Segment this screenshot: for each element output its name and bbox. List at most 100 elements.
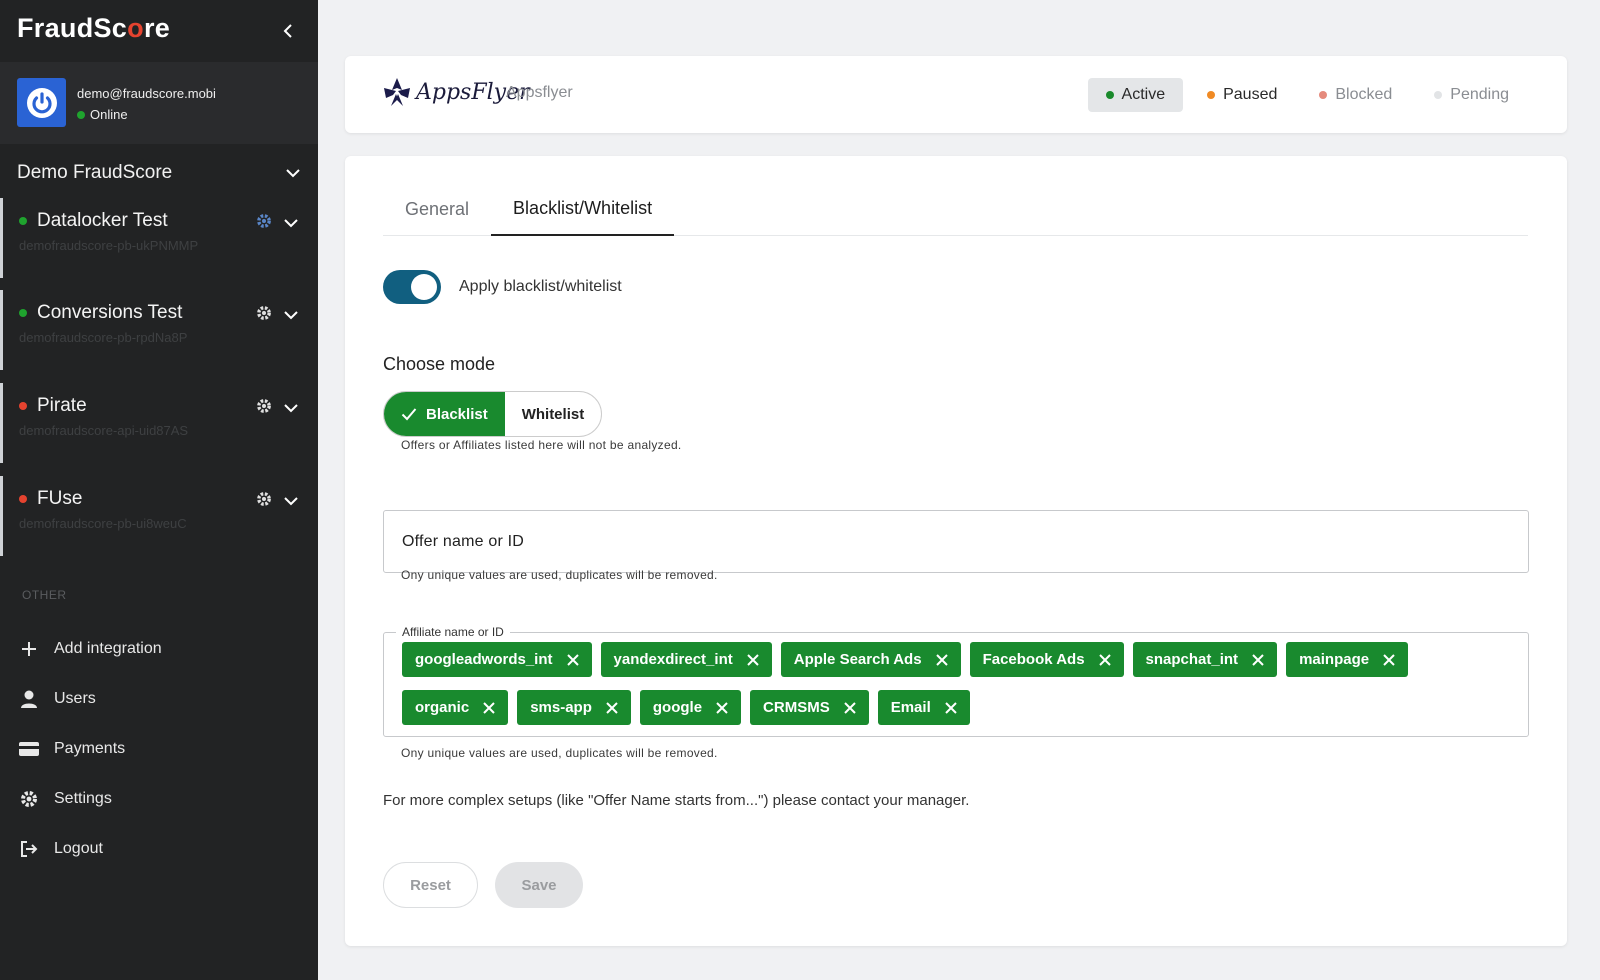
project-id: demofraudscore-api-uid87AS — [19, 423, 189, 438]
status-dot-icon — [19, 217, 27, 225]
offer-hint: Ony unique values are used, duplicates w… — [401, 568, 718, 582]
chip: mainpage — [1286, 642, 1409, 677]
chevron-down-icon[interactable] — [282, 492, 300, 515]
affiliate-hint: Ony unique values are used, duplicates w… — [401, 746, 718, 760]
manager-note: For more complex setups (like "Offer Nam… — [383, 792, 970, 809]
appsflyer-logo-icon — [384, 78, 410, 106]
close-icon[interactable] — [945, 701, 957, 714]
reset-button[interactable]: Reset — [383, 862, 478, 908]
brand-o: o — [127, 13, 144, 43]
status-blocked[interactable]: Blocked — [1301, 78, 1410, 112]
project-item-pirate[interactable]: Pirate demofraudscore-api-uid87AS — [0, 383, 318, 463]
status-dot-icon — [19, 309, 27, 317]
chip: googleadwords_int — [402, 642, 592, 677]
tab-general[interactable]: General — [383, 182, 491, 236]
project-id: demofraudscore-pb-ui8weuC — [19, 516, 187, 531]
close-icon[interactable] — [606, 701, 618, 714]
close-icon[interactable] — [483, 701, 495, 714]
check-icon — [401, 408, 417, 421]
status-dot-icon — [1319, 91, 1328, 99]
logout-icon — [16, 840, 42, 858]
org-selector[interactable]: Demo FraudScore — [17, 158, 302, 188]
affiliate-field[interactable]: Affiliate name or ID googleadwords_int y… — [383, 625, 1529, 737]
apply-list-row: Apply blacklist/whitelist — [383, 270, 622, 304]
status-pending[interactable]: Pending — [1416, 78, 1527, 112]
nav-settings[interactable]: Settings — [16, 784, 296, 814]
project-item-conversions-test[interactable]: Conversions Test demofraudscore-pb-rpdNa… — [0, 290, 318, 370]
collapse-sidebar-icon[interactable] — [280, 22, 298, 40]
user-icon — [16, 689, 42, 709]
chevron-down-icon[interactable] — [282, 306, 300, 329]
close-icon[interactable] — [1383, 653, 1395, 666]
status-label: Pending — [1450, 86, 1509, 103]
project-name-row: FUse — [19, 488, 82, 510]
brand-suffix: re — [143, 13, 171, 43]
brand-prefix: FraudSc — [17, 13, 128, 43]
tab-blacklist-whitelist[interactable]: Blacklist/Whitelist — [491, 182, 675, 236]
project-item-fuse[interactable]: FUse demofraudscore-pb-ui8weuC — [0, 476, 318, 556]
sidebar: FraudScore demo@fraudscore.mobi Online D… — [0, 0, 318, 980]
section-label-other: OTHER — [22, 588, 67, 602]
close-icon[interactable] — [566, 653, 579, 666]
nav-logout[interactable]: Logout — [16, 834, 296, 864]
project-id: demofraudscore-pb-ukPNMMP — [19, 238, 199, 253]
gear-icon[interactable] — [255, 490, 273, 513]
nav-label: Logout — [54, 840, 103, 857]
gear-icon[interactable] — [255, 212, 273, 235]
integration-name: Appsflyer — [506, 84, 573, 101]
mode-hint: Offers or Affiliates listed here will no… — [401, 438, 682, 452]
close-icon[interactable] — [1252, 653, 1264, 666]
nav-label: Payments — [54, 740, 126, 757]
chevron-down-icon[interactable] — [282, 399, 300, 422]
fraudscore-logo[interactable]: FraudScore — [17, 13, 170, 44]
toggle-knob — [411, 274, 437, 300]
chip-label: snapchat_int — [1145, 651, 1239, 668]
project-name: Pirate — [37, 395, 87, 416]
save-button[interactable]: Save — [495, 862, 583, 908]
chip-label: google — [652, 699, 703, 716]
status-dot-icon — [1207, 91, 1216, 99]
user-email: demo@fraudscore.mobi — [77, 86, 216, 101]
close-icon[interactable] — [935, 653, 948, 666]
gear-icon — [16, 789, 42, 809]
chip: CRMSMS — [750, 690, 869, 725]
gear-icon[interactable] — [255, 397, 273, 420]
gear-icon[interactable] — [255, 304, 273, 327]
offer-input[interactable] — [383, 510, 1529, 573]
mode-title: Choose mode — [383, 354, 496, 374]
plus-icon — [16, 640, 42, 658]
project-name-row: Pirate — [19, 395, 87, 417]
user-status: Online — [77, 107, 128, 122]
status-dot-icon — [19, 495, 27, 503]
project-item-datalocker-test[interactable]: Datalocker Test demofraudscore-pb-ukPNMM… — [0, 198, 318, 278]
chip: organic — [402, 690, 509, 725]
project-name-row: Conversions Test — [19, 302, 182, 324]
chevron-down-icon — [286, 169, 300, 178]
avatar[interactable] — [17, 78, 66, 127]
chip: snapchat_int — [1132, 642, 1278, 677]
nav-payments[interactable]: Payments — [16, 734, 296, 764]
nav-add-integration[interactable]: Add integration — [16, 634, 296, 664]
close-icon[interactable] — [1098, 653, 1111, 666]
user-status-label: Online — [90, 107, 128, 122]
apply-list-toggle[interactable] — [383, 270, 441, 304]
chip-label: sms-app — [530, 699, 592, 716]
chevron-down-icon[interactable] — [282, 214, 300, 237]
toggle-label: Apply blacklist/whitelist — [459, 278, 622, 295]
chip: sms-app — [517, 690, 631, 725]
mode-whitelist-button[interactable]: Whitelist — [505, 392, 601, 436]
nav-users[interactable]: Users — [16, 684, 296, 714]
status-dot-icon — [1434, 91, 1443, 99]
mode-blacklist-button[interactable]: Blacklist — [384, 392, 505, 436]
status-label: Active — [1121, 86, 1166, 103]
close-icon[interactable] — [844, 701, 856, 714]
close-icon[interactable] — [747, 653, 759, 666]
integration-header: AppsFlyer Appsflyer Active Paused Blocke… — [345, 56, 1567, 133]
chip-label: Facebook Ads — [982, 651, 1085, 668]
status-active[interactable]: Active — [1087, 78, 1184, 112]
nav-label: Add integration — [54, 640, 162, 657]
status-paused[interactable]: Paused — [1189, 78, 1295, 112]
chip: google — [639, 690, 742, 725]
chip: yandexdirect_int — [600, 642, 772, 677]
close-icon[interactable] — [716, 701, 728, 714]
